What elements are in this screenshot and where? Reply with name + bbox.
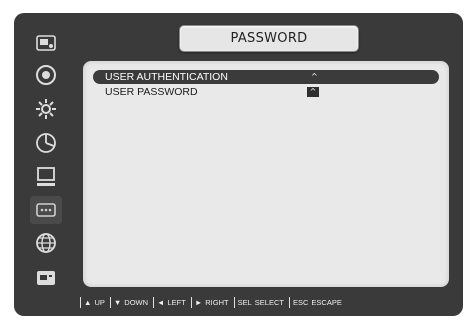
key-hint-label: DOWN <box>124 297 149 307</box>
key-hint-label: LEFT <box>167 297 186 307</box>
menu-item-user-password[interactable]: USER PASSWORD ^ <box>93 85 439 99</box>
right-arrow-icon: ► <box>194 297 203 307</box>
menu-item-label: USER AUTHENTICATION <box>105 71 228 83</box>
key-hint-label: ESCAPE <box>311 297 342 307</box>
key-hint-escape: ESC ESCAPE <box>293 298 342 307</box>
settings-gear-icon[interactable] <box>33 96 59 122</box>
schedule-pie-icon[interactable] <box>33 130 59 156</box>
key-hint-key: ESC <box>292 297 309 307</box>
camera-icon[interactable] <box>33 31 59 57</box>
menu-item-value: ^ <box>311 72 318 81</box>
divider <box>153 296 155 308</box>
divider <box>288 296 290 308</box>
network-globe-icon[interactable] <box>33 230 59 256</box>
menu-item-user-authentication[interactable]: USER AUTHENTICATION ^ <box>93 70 439 84</box>
password-keypad-icon[interactable] <box>30 196 62 224</box>
key-hint-left: ◄ LEFT <box>157 298 186 307</box>
divider <box>109 296 111 308</box>
key-hint-up: ▲ UP <box>84 298 105 307</box>
up-arrow-icon: ▲ <box>84 297 92 307</box>
dvr-menu-screen: PASSWORD USER AUTHENTICATION ^ USER PASS… <box>14 13 463 316</box>
sidebar <box>14 13 78 316</box>
system-card-icon[interactable] <box>33 265 59 291</box>
monitor-icon[interactable] <box>33 164 59 190</box>
key-hint-down: ▼ DOWN <box>114 298 148 307</box>
key-hint-label: UP <box>94 297 105 307</box>
menu-item-label: USER PASSWORD <box>105 86 198 98</box>
menu-panel: USER AUTHENTICATION ^ USER PASSWORD ^ <box>83 61 449 287</box>
key-hint-label: RIGHT <box>205 297 229 307</box>
page-title: PASSWORD <box>179 25 359 52</box>
divider <box>190 296 192 308</box>
divider <box>80 296 81 308</box>
key-help-bar: ▲ UP ▼ DOWN ◄ LEFT ► RIGHT SEL SELECT ES… <box>80 295 460 309</box>
down-arrow-icon: ▼ <box>113 297 122 307</box>
key-hint-label: SELECT <box>254 297 284 307</box>
key-hint-select: SEL SELECT <box>238 298 284 307</box>
menu-item-value: ^ <box>307 87 319 97</box>
left-arrow-icon: ◄ <box>157 297 165 307</box>
divider <box>233 296 235 308</box>
record-disc-icon[interactable] <box>33 62 59 88</box>
key-hint-right: ► RIGHT <box>195 298 229 307</box>
key-hint-key: SEL <box>237 297 252 307</box>
